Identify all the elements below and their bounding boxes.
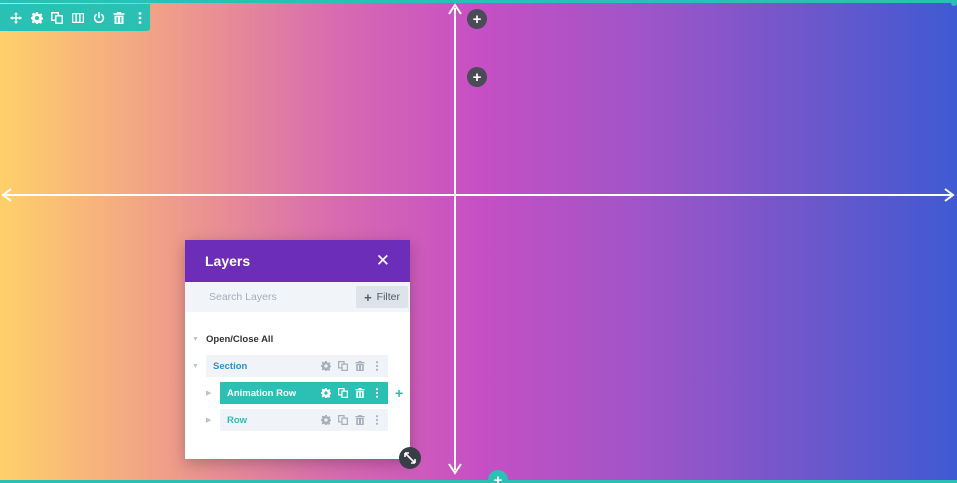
add-row-button[interactable]: + bbox=[467, 9, 487, 29]
more-icon[interactable] bbox=[372, 415, 382, 425]
search-layers-input[interactable] bbox=[207, 290, 341, 304]
layer-label: Section bbox=[213, 360, 248, 372]
layers-panel-title: Layers bbox=[205, 253, 251, 269]
trash-icon[interactable] bbox=[355, 361, 365, 371]
layer-item-section[interactable]: ▼ Section bbox=[185, 355, 410, 377]
caret-down-icon[interactable]: ▼ bbox=[192, 363, 199, 370]
caret-right-icon[interactable]: ▶ bbox=[206, 416, 211, 424]
layers-tree: ▼ Open/Close All ▼ Section ▶ Animation R… bbox=[185, 312, 410, 431]
more-icon[interactable] bbox=[372, 361, 382, 371]
section-node[interactable]: Section bbox=[206, 355, 388, 377]
filter-button[interactable]: + Filter bbox=[356, 286, 408, 308]
filter-label: Filter bbox=[376, 291, 400, 303]
duplicate-icon[interactable] bbox=[338, 388, 348, 398]
add-section-button[interactable]: + bbox=[488, 470, 508, 483]
caret-right-icon[interactable]: ▶ bbox=[206, 389, 211, 397]
trash-icon[interactable] bbox=[355, 415, 365, 425]
layers-panel: Layers ✕ + Filter ▼ Open/Close All ▼ Sec… bbox=[185, 240, 410, 459]
trash-icon[interactable] bbox=[355, 388, 365, 398]
layer-item-row[interactable]: ▶ Row bbox=[185, 409, 410, 431]
duplicate-icon[interactable] bbox=[338, 415, 348, 425]
add-module-button[interactable]: + bbox=[467, 67, 487, 87]
builder-canvas: + + + Layers ✕ + Filter ▼ Open/Close All… bbox=[0, 0, 957, 483]
gear-icon[interactable] bbox=[321, 388, 331, 398]
layer-label: Row bbox=[227, 414, 248, 426]
open-close-all-row[interactable]: ▼ Open/Close All bbox=[185, 328, 410, 350]
gear-icon[interactable] bbox=[321, 415, 331, 425]
animation-row-node[interactable]: Animation Row bbox=[220, 382, 388, 404]
duplicate-icon[interactable] bbox=[338, 361, 348, 371]
row-node[interactable]: Row bbox=[220, 409, 388, 431]
add-layer-icon[interactable]: + bbox=[395, 385, 403, 401]
layers-panel-header: Layers ✕ bbox=[185, 240, 410, 282]
caret-down-icon: ▼ bbox=[192, 335, 199, 343]
resize-icon[interactable] bbox=[399, 447, 421, 469]
layer-label: Animation Row bbox=[227, 387, 297, 399]
more-icon[interactable] bbox=[372, 388, 382, 398]
layer-item-animation-row[interactable]: ▶ Animation Row + bbox=[185, 382, 410, 404]
close-icon[interactable]: ✕ bbox=[376, 251, 390, 271]
plus-icon: + bbox=[364, 289, 372, 305]
layers-search-bar: + Filter bbox=[185, 282, 410, 312]
gear-icon[interactable] bbox=[321, 361, 331, 371]
